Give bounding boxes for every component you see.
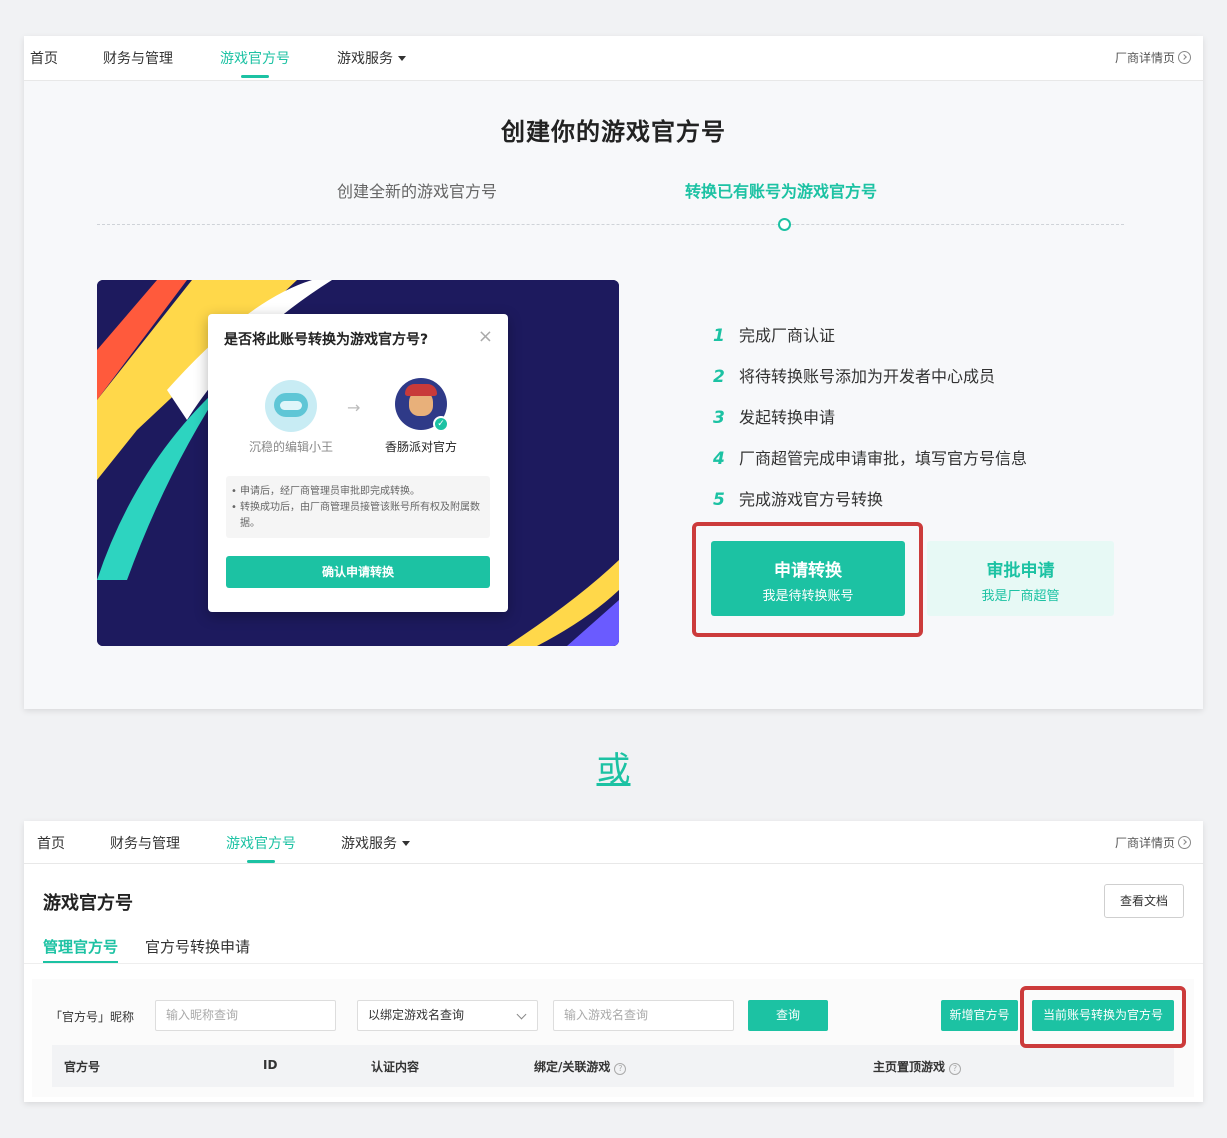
tab-manage-accounts[interactable]: 管理官方号 [43,936,119,963]
note-item: 申请后，经厂商管理员审批即完成转换。 [231,484,484,500]
table-header: 官方号 ID 认证内容 绑定/关联游戏? 主页置顶游戏? [52,1045,1174,1087]
add-official-account-button[interactable]: 新增官方号 [941,1000,1018,1031]
vendor-details-link[interactable]: 厂商详情页 [1115,834,1191,851]
approve-request-button[interactable]: 审批申请 我是厂商超管 [927,541,1114,616]
step-item: 4 厂商超管完成申请审批，填写官方号信息 [713,445,1027,469]
query-mode-select[interactable]: 以绑定游戏名查询 [357,1000,538,1031]
step-number: 5 [713,490,725,510]
top-nav: 首页 财务与管理 游戏官方号 游戏服务 厂商详情页 [24,36,1203,81]
note-item: 转换成功后，由厂商管理员接管该账号所有权及附属数据。 [231,500,484,532]
step-item: 3 发起转换申请 [713,404,835,428]
nav-game-services-label: 游戏服务 [341,836,397,852]
step-text: 完成游戏官方号转换 [739,490,884,509]
tab-create-new[interactable]: 创建全新的游戏官方号 [337,178,497,202]
vendor-details-label: 厂商详情页 [1114,51,1175,65]
help-icon[interactable]: ? [949,1063,962,1075]
top-nav: 首页 财务与管理 游戏官方号 游戏服务 厂商详情页 [24,821,1203,864]
step-item: 1 完成厂商认证 [713,322,835,346]
highlight-box [692,522,923,637]
column-header: 主页置顶游戏 [873,1060,946,1074]
nickname-search-input[interactable]: 输入昵称查询 [155,1000,336,1031]
confirm-convert-button[interactable]: 确认申请转换 [226,556,490,588]
or-separator: 或 [596,750,631,790]
convert-preview-image: 是否将此账号转换为游戏官方号? × → ✓ 沉稳的编辑小王 香肠派对官方 申请后… [97,280,619,646]
tab-manage-accounts-label: 管理官方号 [43,938,119,956]
caret-down-icon [402,841,410,846]
nav-official-account[interactable]: 游戏官方号 [220,48,290,78]
step-number: 3 [713,408,725,428]
step-text: 发起转换申请 [739,408,836,427]
step-number: 2 [713,367,725,387]
tab-convert-existing[interactable]: 转换已有账号为游戏官方号 [685,178,877,202]
step-item: 5 完成游戏官方号转换 [713,486,883,510]
chevron-right-circle-icon [1178,836,1191,849]
column-header-with-help: 主页置顶游戏? [873,1058,962,1075]
approve-request-label: 审批申请 [986,561,1055,581]
step-item: 2 将待转换账号添加为开发者中心成员 [713,363,995,387]
dialog-notes: 申请后，经厂商管理员审批即完成转换。 转换成功后，由厂商管理员接管该账号所有权及… [226,476,490,538]
game-search-input[interactable]: 输入游戏名查询 [553,1000,734,1031]
verified-check-icon: ✓ [433,416,449,432]
highlight-box [1020,986,1186,1048]
help-icon[interactable]: ? [614,1063,627,1075]
tab-convert-requests[interactable]: 官方号转换申请 [145,936,250,957]
nav-active-underline [241,75,269,78]
nav-finance[interactable]: 财务与管理 [110,833,180,853]
step-number: 4 [713,449,725,469]
target-account-name: 香肠派对官方 [384,440,457,454]
nav-game-services[interactable]: 游戏服务 [337,48,406,68]
caret-down-icon [398,56,406,61]
query-button[interactable]: 查询 [748,1000,828,1031]
nav-official-account[interactable]: 游戏官方号 [226,833,296,863]
chevron-right-circle-icon [1178,51,1191,64]
nav-official-account-label: 游戏官方号 [220,51,290,67]
convert-confirm-dialog: 是否将此账号转换为游戏官方号? × → ✓ 沉稳的编辑小王 香肠派对官方 申请后… [208,314,508,612]
nav-official-account-label: 游戏官方号 [226,836,296,852]
tab-divider [24,963,1203,964]
manage-panel: 首页 财务与管理 游戏官方号 游戏服务 厂商详情页 游戏官方号 查看文档 管理官… [24,821,1203,1102]
arrow-right-icon: → [347,398,361,417]
nav-finance[interactable]: 财务与管理 [103,48,173,68]
step-number: 1 [713,326,725,346]
nav-game-services[interactable]: 游戏服务 [341,833,410,853]
step-text: 将待转换账号添加为开发者中心成员 [739,367,996,386]
section-title: 游戏官方号 [43,893,133,914]
dialog-title: 是否将此账号转换为游戏官方号? [224,332,429,348]
source-account-name: 沉稳的编辑小王 [248,440,333,454]
column-header-with-help: 绑定/关联游戏? [534,1058,627,1075]
query-mode-value: 以绑定游戏名查询 [368,1008,465,1022]
step-text: 完成厂商认证 [739,326,836,345]
active-tab-dot [778,218,791,231]
column-header: 认证内容 [371,1060,420,1074]
nav-game-services-label: 游戏服务 [337,51,393,67]
nav-active-underline [247,860,275,863]
approve-request-sublabel: 我是厂商超管 [981,589,1060,604]
view-docs-button[interactable]: 查看文档 [1104,884,1184,918]
nav-home[interactable]: 首页 [30,48,58,68]
column-header: ID [263,1058,278,1072]
create-panel: 首页 财务与管理 游戏官方号 游戏服务 厂商详情页 创建你的游戏官方号 创建全新… [24,36,1203,709]
step-divider [97,224,1124,225]
chevron-down-icon [516,1009,527,1020]
nav-home[interactable]: 首页 [37,833,65,853]
column-header: 绑定/关联游戏 [534,1060,611,1074]
page-title: 创建你的游戏官方号 [501,118,726,146]
avatar [265,380,317,432]
step-text: 厂商超管完成申请审批，填写官方号信息 [739,449,1028,468]
column-header: 官方号 [64,1060,101,1074]
vendor-details-link[interactable]: 厂商详情页 [1115,49,1191,66]
nickname-filter-label: 「官方号」昵称 [50,1010,135,1024]
vendor-details-label: 厂商详情页 [1114,836,1175,850]
close-icon[interactable]: × [478,326,493,347]
